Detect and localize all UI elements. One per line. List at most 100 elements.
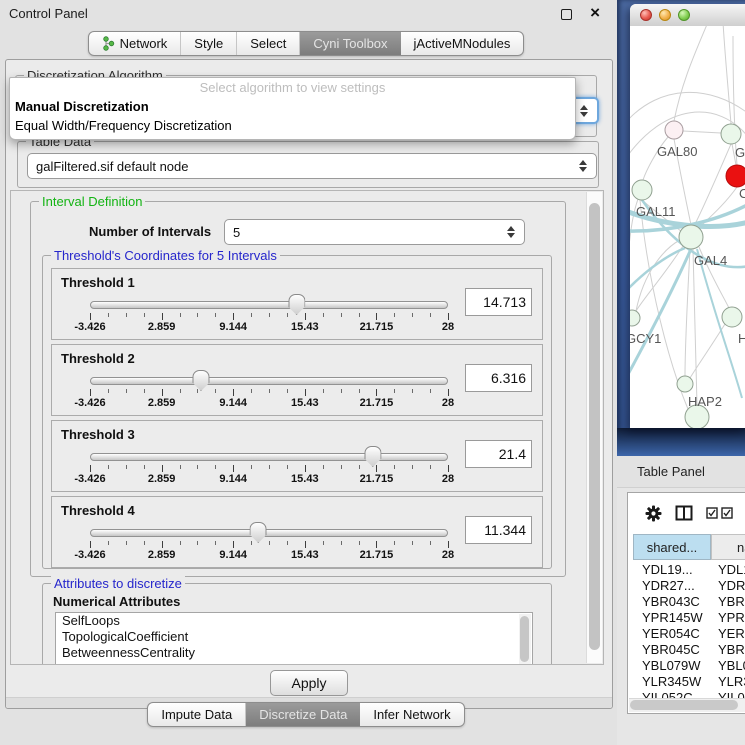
threshold-slider[interactable] bbox=[90, 529, 448, 537]
network-tab-icon bbox=[102, 36, 115, 51]
number-of-intervals-label: Number of Intervals bbox=[89, 224, 211, 239]
attributes-list-scrollbar[interactable] bbox=[519, 614, 531, 664]
slider-thumb-icon[interactable] bbox=[288, 294, 305, 315]
scrollbar-thumb[interactable] bbox=[630, 700, 738, 710]
numerical-attributes-label: Numerical Attributes bbox=[53, 594, 180, 609]
table-row[interactable]: YPR145WYPR1 bbox=[628, 610, 745, 626]
table-horizontal-scrollbar[interactable] bbox=[629, 698, 745, 712]
threshold-panel: Threshold 4 -3.4262.8599.14415.4321.7152… bbox=[51, 496, 543, 568]
tab-cyni-toolbox-label: Cyni Toolbox bbox=[313, 36, 387, 51]
attribute-item[interactable]: BetweennessCentrality bbox=[56, 645, 532, 661]
top-tabgroup: Network Style Select Cyni Toolbox jActiv… bbox=[88, 31, 525, 56]
network-node-label: GAL80 bbox=[657, 144, 697, 159]
minimize-traffic-light-icon[interactable] bbox=[659, 9, 671, 21]
tab-discretize-data-label: Discretize Data bbox=[259, 707, 347, 722]
threshold-panel: Threshold 2 -3.4262.8599.14415.4321.7152… bbox=[51, 344, 543, 416]
threshold-panel: Threshold 1 -3.4262.8599.14415.4321.7152… bbox=[51, 268, 543, 340]
gear-icon[interactable] bbox=[645, 505, 662, 522]
table-row[interactable]: YLR345WYLR3 bbox=[628, 674, 745, 690]
network-node[interactable] bbox=[665, 121, 683, 139]
column-header-name[interactable]: na bbox=[711, 534, 745, 560]
network-edge-highlighted[interactable] bbox=[630, 248, 685, 291]
tab-cyni-toolbox[interactable]: Cyni Toolbox bbox=[300, 32, 400, 55]
tab-infer-network[interactable]: Infer Network bbox=[360, 703, 463, 726]
table-row[interactable]: YBR045CYBR0 bbox=[628, 642, 745, 658]
table-data-combobox[interactable]: galFiltered.sif default node bbox=[27, 153, 597, 179]
close-icon[interactable]: × bbox=[590, 2, 600, 24]
table-row[interactable]: YBR043CYBR0 bbox=[628, 594, 745, 610]
tab-style[interactable]: Style bbox=[181, 32, 237, 55]
tab-network[interactable]: Network bbox=[89, 32, 182, 55]
tab-impute-data[interactable]: Impute Data bbox=[148, 703, 246, 726]
threshold-title: Threshold 1 bbox=[61, 275, 135, 290]
network-canvas[interactable]: GAL80GACGAL11GAL4GCY1HHAP2 bbox=[630, 26, 745, 428]
thresholds-group-label: Threshold's Coordinates for 5 Intervals bbox=[51, 248, 280, 263]
tab-impute-data-label: Impute Data bbox=[161, 707, 232, 722]
number-of-intervals-combobox[interactable]: 5 bbox=[224, 219, 525, 245]
slider-track[interactable] bbox=[90, 529, 448, 537]
slider-thumb-icon[interactable] bbox=[364, 446, 381, 467]
scrollbar-thumb[interactable] bbox=[520, 616, 529, 662]
network-window: GAL80GACGAL11GAL4GCY1HHAP2 bbox=[630, 4, 745, 428]
threshold-value-field[interactable]: 14.713 bbox=[465, 288, 532, 316]
attribute-item[interactable]: SelfLoops bbox=[56, 613, 532, 629]
network-node[interactable] bbox=[630, 310, 640, 326]
scrollbar-thumb[interactable] bbox=[589, 203, 600, 650]
network-canvas-svg[interactable]: GAL80GACGAL11GAL4GCY1HHAP2 bbox=[630, 26, 745, 428]
tab-discretize-data[interactable]: Discretize Data bbox=[246, 703, 360, 726]
dropdown-option-manual[interactable]: Manual Discretization bbox=[10, 97, 575, 116]
tab-network-label: Network bbox=[120, 36, 168, 51]
network-edge[interactable] bbox=[685, 249, 690, 376]
column-header-shared[interactable]: shared... bbox=[633, 534, 711, 560]
slider-thumb-icon[interactable] bbox=[250, 522, 267, 543]
checkbox-icon[interactable] bbox=[706, 507, 718, 519]
network-edge[interactable] bbox=[693, 249, 697, 405]
network-window-frame: GAL80GACGAL11GAL4GCY1HHAP2 bbox=[617, 0, 745, 456]
network-edge[interactable] bbox=[683, 131, 721, 133]
network-edge[interactable] bbox=[674, 26, 708, 121]
table-panel-title: Table Panel bbox=[637, 464, 705, 479]
network-node[interactable] bbox=[722, 307, 742, 327]
network-node[interactable] bbox=[679, 225, 703, 249]
frame-shadow bbox=[617, 428, 745, 456]
number-of-intervals-value: 5 bbox=[233, 225, 240, 240]
threshold-slider[interactable] bbox=[90, 377, 448, 385]
table-row[interactable]: YDR27...YDR2 bbox=[628, 578, 745, 594]
tab-select-label: Select bbox=[250, 36, 286, 51]
slider-track[interactable] bbox=[90, 301, 448, 309]
table-row[interactable]: YBL079WYBL0 bbox=[628, 658, 745, 674]
panel-title: Control Panel bbox=[9, 6, 88, 21]
threshold-slider[interactable] bbox=[90, 301, 448, 309]
attribute-item[interactable]: TopologicalCoefficient bbox=[56, 629, 532, 645]
threshold-value-field[interactable]: 11.344 bbox=[465, 516, 532, 544]
table-row[interactable]: YER054CYER0 bbox=[628, 626, 745, 642]
dropdown-option-equal-width[interactable]: Equal Width/Frequency Discretization bbox=[10, 116, 575, 135]
settings-vertical-scrollbar[interactable] bbox=[586, 192, 602, 663]
zoom-traffic-light-icon[interactable] bbox=[678, 9, 690, 21]
threshold-slider[interactable] bbox=[90, 453, 448, 461]
checkbox-icon[interactable] bbox=[721, 507, 733, 519]
threshold-value-field[interactable]: 6.316 bbox=[465, 364, 532, 392]
tab-select[interactable]: Select bbox=[237, 32, 300, 55]
float-window-icon[interactable] bbox=[561, 9, 572, 20]
close-traffic-light-icon[interactable] bbox=[640, 9, 652, 21]
split-view-icon[interactable] bbox=[675, 505, 693, 521]
top-tabbar: Network Style Select Cyni Toolbox jActiv… bbox=[0, 31, 612, 56]
slider-track[interactable] bbox=[90, 453, 448, 461]
slider-track[interactable] bbox=[90, 377, 448, 385]
network-node[interactable] bbox=[726, 165, 745, 187]
network-edge[interactable] bbox=[723, 26, 731, 124]
network-window-titlebar[interactable] bbox=[630, 4, 745, 27]
tab-jactivemnodules[interactable]: jActiveMNodules bbox=[401, 32, 524, 55]
attributes-group-label: Attributes to discretize bbox=[51, 576, 185, 591]
slider-ticks bbox=[90, 313, 448, 321]
network-edge[interactable] bbox=[630, 92, 745, 122]
table-row[interactable]: YDL19...YDL1 bbox=[628, 562, 745, 578]
slider-thumb-icon[interactable] bbox=[192, 370, 209, 391]
network-node[interactable] bbox=[677, 376, 693, 392]
network-node[interactable] bbox=[721, 124, 741, 144]
apply-button[interactable]: Apply bbox=[270, 670, 348, 696]
threshold-value-field[interactable]: 21.4 bbox=[465, 440, 532, 468]
control-panel-titlebar: Control Panel × bbox=[0, 0, 612, 26]
network-node[interactable] bbox=[632, 180, 652, 200]
